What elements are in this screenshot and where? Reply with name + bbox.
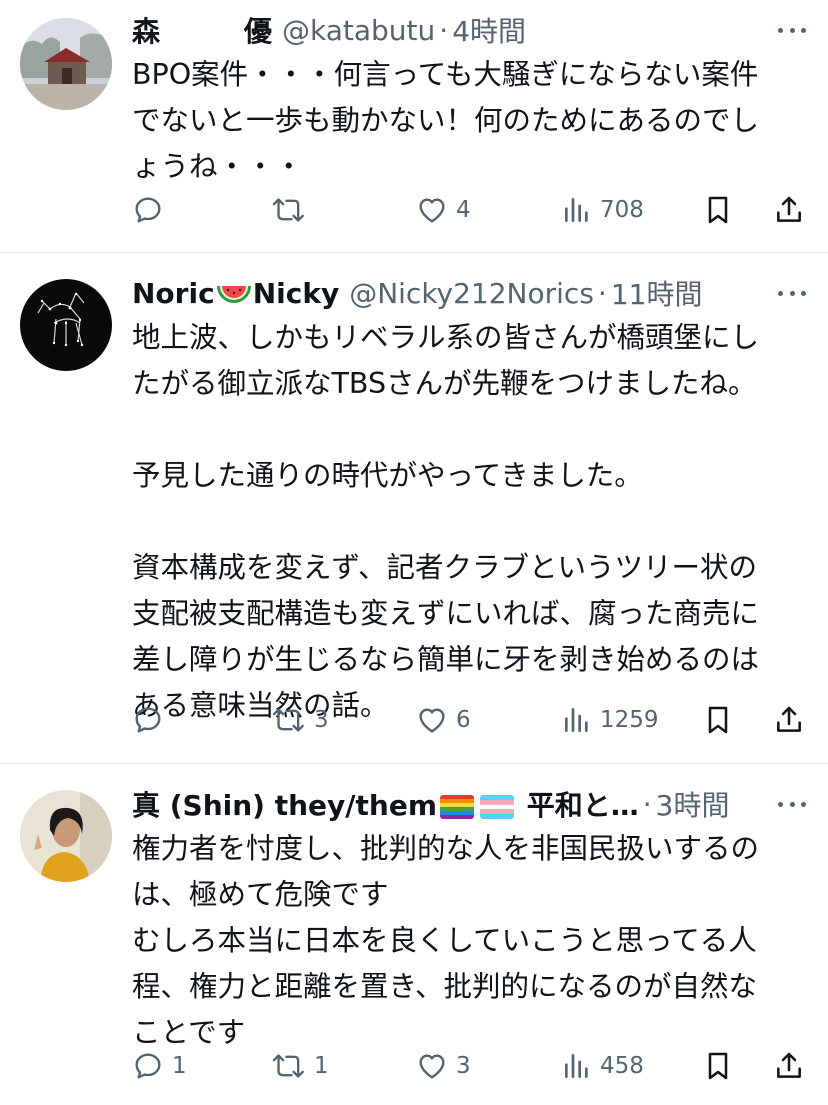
retweet-button[interactable] xyxy=(272,190,314,230)
views-icon xyxy=(565,708,588,732)
like-count: 6 xyxy=(456,707,471,733)
bookmark-button[interactable] xyxy=(704,700,732,740)
retweet-button[interactable]: 1 xyxy=(272,1046,329,1086)
like-button[interactable]: 4 xyxy=(416,190,471,230)
bookmark-button[interactable] xyxy=(704,190,732,230)
heart-icon xyxy=(419,708,445,733)
more-options-icon[interactable] xyxy=(778,18,806,42)
timestamp[interactable]: 4時間 xyxy=(452,10,526,50)
like-count: 3 xyxy=(456,1053,471,1079)
tweet-3[interactable]: 真 (Shin) they/them 平和と… · 3時間 権力者を忖度し、批判… xyxy=(0,764,828,1105)
display-name-part1: 真 (Shin) they/them xyxy=(132,789,437,822)
share-button[interactable] xyxy=(774,700,804,740)
views-count: 708 xyxy=(600,197,644,223)
display-name-part1: Noric xyxy=(132,276,215,310)
tweet-header: 森 優 @katabutu · 4時間 xyxy=(132,10,804,50)
reply-icon xyxy=(135,197,161,223)
tweet-actions: 1 1 3 458 xyxy=(132,1046,812,1086)
reply-count: 1 xyxy=(172,1053,187,1079)
views-icon xyxy=(565,1054,588,1078)
tweet-1[interactable]: 森 優 @katabutu · 4時間 BPO案件・・・何言っても大騒ぎにならな… xyxy=(0,0,828,252)
avatar[interactable] xyxy=(20,279,112,371)
views-count: 458 xyxy=(600,1053,644,1079)
display-name-part2: Nicky xyxy=(252,276,340,310)
separator-dot: · xyxy=(439,13,449,47)
retweet-button[interactable]: 3 xyxy=(272,700,329,740)
views-count: 1259 xyxy=(600,707,659,733)
separator-dot: · xyxy=(597,276,607,310)
tweet-text: 権力者を忖度し、批判的な人を非国民扱いするの は、極めて危険です むしろ本当に日… xyxy=(132,832,760,1049)
separator-dot: · xyxy=(642,787,652,821)
share-icon xyxy=(777,1052,801,1078)
tweet-text: 地上波、しかもリベラル系の皆さんが橋頭堡にし たがる御立派なTBSさんが先鞭をつ… xyxy=(132,321,760,722)
transgender-flag-emoji xyxy=(480,795,514,819)
reply-icon xyxy=(135,707,161,733)
retweet-count: 3 xyxy=(314,707,329,733)
tweet-2[interactable]: Noric Nicky @Nicky212Norics · 11時間 地上波、しか… xyxy=(0,253,828,763)
reply-button[interactable] xyxy=(132,190,172,230)
retweet-count: 1 xyxy=(314,1053,329,1079)
retweet-icon xyxy=(272,198,304,222)
tweet-header: 真 (Shin) they/them 平和と… · 3時間 xyxy=(132,784,804,824)
user-handle[interactable]: @Nicky212Norics xyxy=(349,277,594,310)
tweet-header: Noric Nicky @Nicky212Norics · 11時間 xyxy=(132,273,804,313)
rainbow-flag-emoji xyxy=(440,795,474,819)
display-name-part2: 平和と… xyxy=(526,789,639,822)
display-name[interactable]: 真 (Shin) they/them 平和と… xyxy=(132,784,639,824)
heart-icon xyxy=(419,1054,445,1079)
reply-icon xyxy=(135,1053,161,1079)
views-button[interactable]: 458 xyxy=(562,1046,644,1086)
more-options-icon[interactable] xyxy=(778,281,806,305)
share-icon xyxy=(777,196,801,222)
avatar-image xyxy=(20,790,112,882)
tweet-actions: 4 708 xyxy=(132,190,812,230)
bookmark-icon xyxy=(708,706,728,734)
like-button[interactable]: 3 xyxy=(416,1046,471,1086)
timestamp[interactable]: 3時間 xyxy=(656,784,730,824)
views-button[interactable]: 708 xyxy=(562,190,644,230)
heart-icon xyxy=(419,198,445,223)
avatar[interactable] xyxy=(20,18,112,110)
views-icon xyxy=(565,198,588,222)
bookmark-button[interactable] xyxy=(704,1046,732,1086)
share-icon xyxy=(777,706,801,732)
user-handle[interactable]: @katabutu xyxy=(282,14,435,47)
avatar-image xyxy=(20,18,112,110)
retweet-icon xyxy=(272,1054,304,1078)
share-button[interactable] xyxy=(774,190,804,230)
tweet-text: BPO案件・・・何言っても大騒ぎにならない案件 でないと一歩も動かない！何のため… xyxy=(132,58,760,183)
bookmark-icon xyxy=(708,1052,728,1080)
timestamp[interactable]: 11時間 xyxy=(611,273,703,313)
like-button[interactable]: 6 xyxy=(416,700,471,740)
display-name[interactable]: Noric Nicky xyxy=(132,277,339,310)
retweet-icon xyxy=(272,708,304,732)
watermelon-emoji xyxy=(216,285,251,303)
reply-button[interactable]: 1 xyxy=(132,1046,187,1086)
avatar-image xyxy=(20,279,112,371)
views-button[interactable]: 1259 xyxy=(562,700,659,740)
more-options-icon[interactable] xyxy=(778,792,806,816)
reply-button[interactable] xyxy=(132,700,172,740)
display-name[interactable]: 森 優 xyxy=(132,10,272,50)
bookmark-icon xyxy=(708,196,728,224)
share-button[interactable] xyxy=(774,1046,804,1086)
like-count: 4 xyxy=(456,197,471,223)
avatar[interactable] xyxy=(20,790,112,882)
tweet-actions: 3 6 1259 xyxy=(132,700,812,740)
